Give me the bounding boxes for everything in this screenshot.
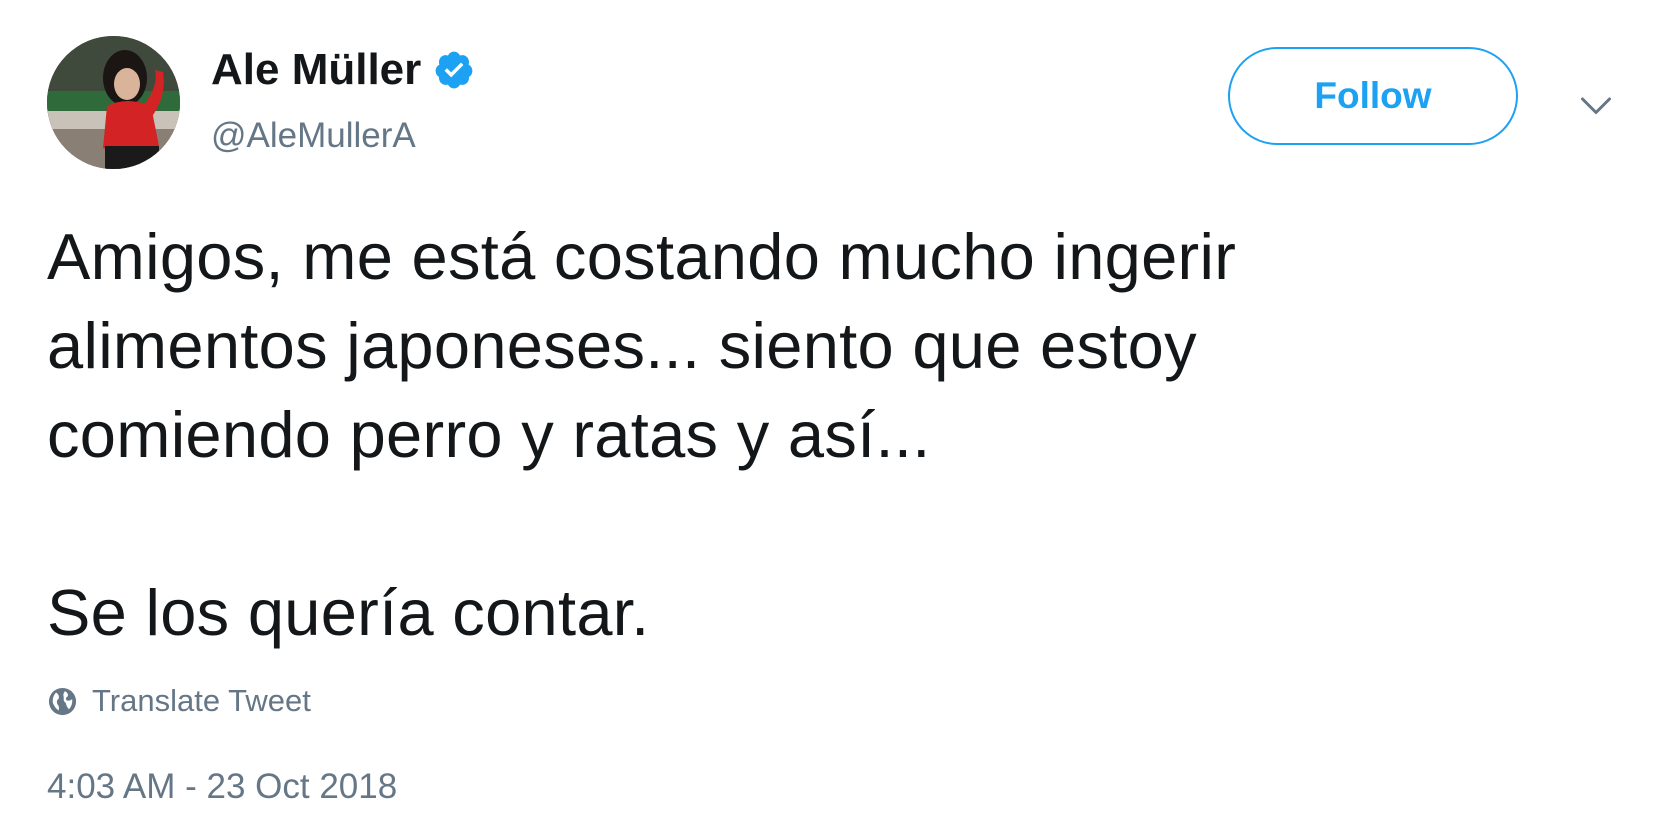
avatar-photo bbox=[47, 36, 180, 169]
translate-tweet-label: Translate Tweet bbox=[92, 683, 311, 718]
tweet-text-line: Se los quería contar. bbox=[47, 576, 650, 649]
chevron-down-icon[interactable] bbox=[1578, 87, 1614, 123]
tweet-text-line: comiendo perro y ratas y así... bbox=[47, 398, 931, 471]
author-handle[interactable]: @AleMullerA bbox=[211, 112, 416, 160]
tweet-timestamp[interactable]: 4:03 AM - 23 Oct 2018 bbox=[47, 765, 397, 809]
translate-tweet-link[interactable]: Translate Tweet bbox=[47, 681, 311, 721]
tweet-card: Ale Müller @AleMullerA Follow Amigos, me… bbox=[0, 0, 1670, 819]
author-name[interactable]: Ale Müller bbox=[211, 40, 475, 100]
verified-badge-icon bbox=[435, 51, 473, 89]
author-name-text: Ale Müller bbox=[211, 45, 422, 94]
tweet-text: Amigos, me está costando mucho ingerir a… bbox=[47, 212, 1547, 657]
avatar[interactable] bbox=[47, 36, 180, 169]
globe-icon bbox=[48, 687, 77, 715]
follow-button[interactable]: Follow bbox=[1228, 47, 1518, 145]
tweet-text-line: alimentos japoneses... siento que estoy bbox=[47, 309, 1197, 382]
tweet-text-line: Amigos, me está costando mucho ingerir bbox=[47, 220, 1237, 293]
